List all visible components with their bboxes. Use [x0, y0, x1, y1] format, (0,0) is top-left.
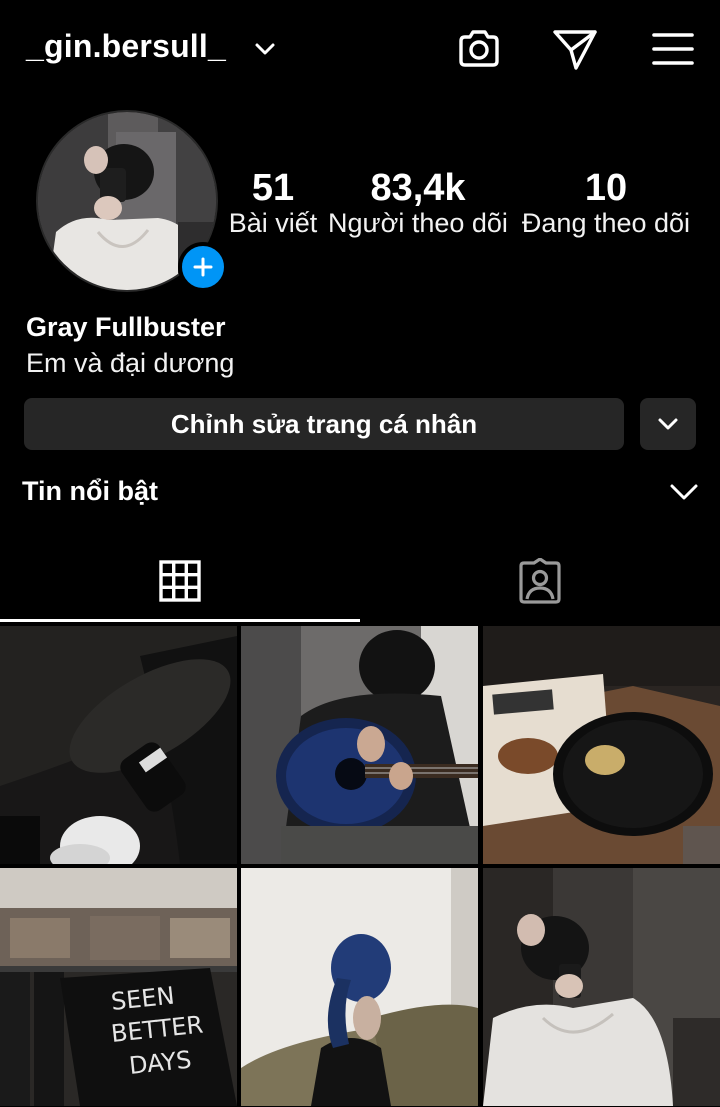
avatar-container[interactable]: [36, 110, 228, 292]
add-story-button[interactable]: [178, 242, 228, 292]
chevron-down-icon[interactable]: [252, 36, 278, 62]
top-bar: _gin.bersull_: [0, 0, 720, 100]
highlights-label[interactable]: Tin nổi bật: [22, 476, 158, 507]
posts-label: Bài viết: [228, 208, 318, 238]
post-thumbnail-4[interactable]: SEEN BETTER DAYS: [0, 868, 237, 1106]
username-title[interactable]: _gin.bersull_: [26, 28, 226, 65]
posts-count: 51: [251, 167, 295, 209]
post-thumbnail-1[interactable]: [0, 626, 237, 864]
following-count: 10: [584, 167, 628, 209]
post-thumbnail-6[interactable]: [483, 868, 720, 1106]
display-name: Gray Fullbuster: [26, 312, 226, 342]
stat-followers[interactable]: 83,4k Người theo dõi: [328, 168, 508, 238]
edit-profile-button[interactable]: Chỉnh sửa trang cá nhân: [24, 398, 624, 450]
active-tab-indicator: [0, 619, 360, 622]
paper-plane-icon[interactable]: [552, 26, 598, 72]
followers-label: Người theo dõi: [328, 208, 508, 238]
tab-tagged[interactable]: [360, 540, 720, 622]
posts-grid: SEEN BETTER DAYS: [0, 624, 720, 1107]
grid-icon: [159, 560, 201, 602]
tagged-person-icon: [519, 558, 561, 604]
plus-icon: [193, 257, 213, 277]
tab-posts-grid[interactable]: [0, 540, 360, 622]
post-image: [0, 626, 237, 864]
bio-text: Em và đại dương: [26, 348, 235, 378]
suggested-accounts-button[interactable]: [640, 398, 696, 450]
post-thumbnail-2[interactable]: [241, 626, 478, 864]
stat-following[interactable]: 10 Đang theo dõi: [518, 168, 694, 238]
stat-posts[interactable]: 51 Bài viết: [228, 168, 318, 238]
post-thumbnail-5[interactable]: [241, 868, 478, 1106]
post-thumbnail-3[interactable]: [483, 626, 720, 864]
hamburger-menu-icon[interactable]: [650, 26, 696, 72]
chevron-down-icon: [658, 418, 678, 430]
following-label: Đang theo dõi: [521, 208, 691, 238]
post-image: SEEN BETTER DAYS: [0, 868, 237, 1106]
followers-count: 83,4k: [370, 167, 466, 209]
camera-icon[interactable]: [456, 26, 502, 72]
post-image: [483, 868, 720, 1106]
profile-page: _gin.bersull_ 51 Bài viết 83,4k Người th…: [0, 0, 720, 1107]
post-image: [483, 626, 720, 864]
chevron-down-icon[interactable]: [668, 478, 700, 506]
post-image: [241, 868, 478, 1106]
post-image: [241, 626, 478, 864]
